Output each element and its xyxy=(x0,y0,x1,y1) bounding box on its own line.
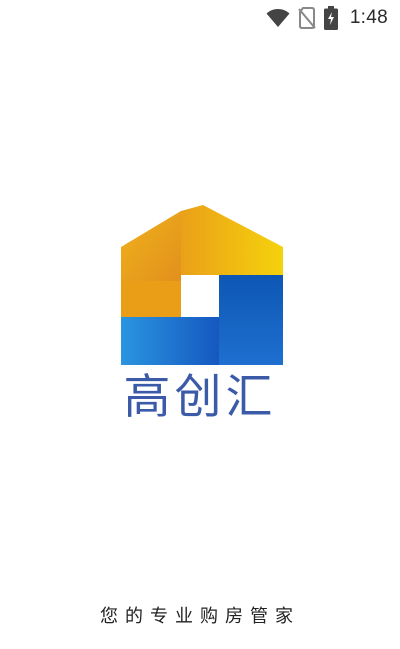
tagline: 您的专业购房管家 xyxy=(100,606,300,627)
status-time: 1:48 xyxy=(349,7,388,28)
status-icons: 1:48 xyxy=(266,6,388,30)
brand-name: 高创汇 xyxy=(123,370,277,425)
no-sim-icon xyxy=(298,7,316,29)
battery-charging-icon xyxy=(323,6,338,30)
status-bar: 1:48 xyxy=(0,0,400,36)
wifi-icon xyxy=(266,8,290,28)
app-logo xyxy=(121,205,283,365)
